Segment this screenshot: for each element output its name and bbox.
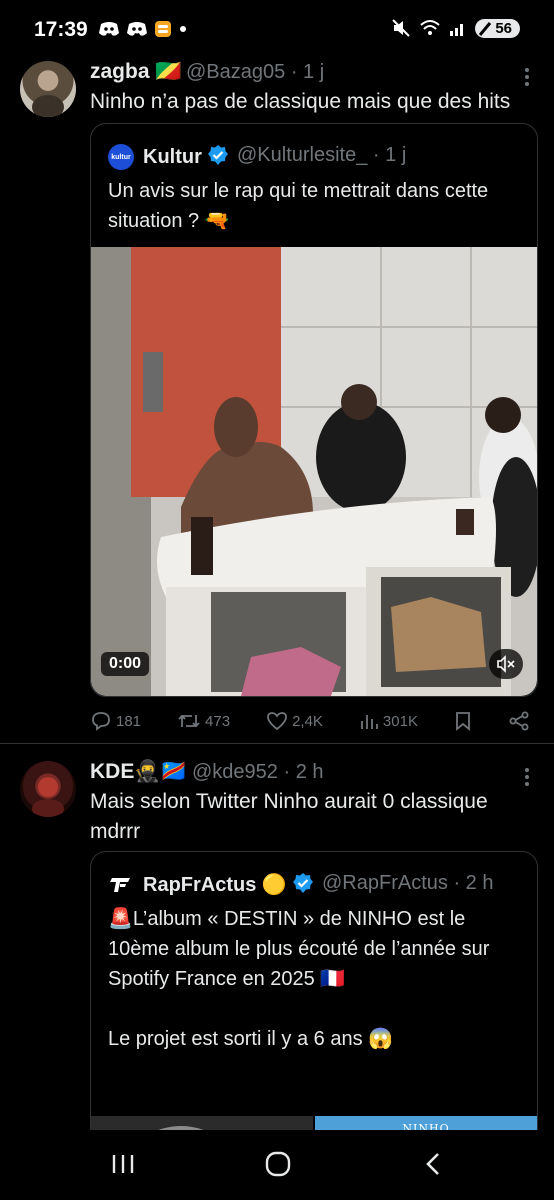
author-handle[interactable]: @kde952 · 2 h <box>192 761 324 784</box>
video-thumbnail <box>91 247 537 696</box>
reply-icon <box>92 712 110 731</box>
tweet-text: Ninho n’a pas de classique mais que des … <box>90 90 511 113</box>
quoted-author-name[interactable]: Kultur <box>143 144 229 169</box>
dot-icon <box>180 26 186 32</box>
mute-icon <box>392 19 411 37</box>
quoted-text: 🚨L’album « DESTIN » de NINHO est le 10èm… <box>108 908 490 1050</box>
burger-icon <box>155 21 171 37</box>
repost-button[interactable]: 473 <box>177 711 230 731</box>
discord-icon <box>127 22 147 36</box>
like-button[interactable]: 2,4K <box>266 711 323 731</box>
bookmark-icon <box>456 712 470 731</box>
repost-icon <box>178 714 200 728</box>
back-button[interactable] <box>403 1144 463 1184</box>
more-options-icon[interactable] <box>524 67 530 87</box>
clock: 17:39 <box>34 18 88 41</box>
system-icons: 56 <box>391 18 520 38</box>
quoted-tweet[interactable]: RapFrActus 🟡 @RapFrActus · 2 h 🚨L’album … <box>90 851 538 1152</box>
home-icon <box>265 1151 291 1177</box>
heart-icon <box>267 712 287 731</box>
avatar[interactable] <box>20 761 76 817</box>
wifi-icon <box>420 20 440 35</box>
views-button[interactable]: 301K <box>359 711 418 731</box>
quoted-text: Un avis sur le rap qui te mettrait dans … <box>108 180 494 232</box>
repost-count: 473 <box>205 712 231 730</box>
back-icon <box>426 1153 439 1175</box>
author-name[interactable]: zagba 🇨🇬 <box>90 60 182 84</box>
system-navigation-bar <box>0 1130 554 1200</box>
video-player[interactable]: 0:00 <box>91 247 537 696</box>
views-icon <box>361 715 378 729</box>
status-bar: 17:39 56 <box>0 0 554 62</box>
tweet[interactable]: KDE🥷🇨🇩 @kde952 · 2 h Mais selon Twitter … <box>0 755 554 1152</box>
share-icon <box>509 711 529 731</box>
tweet-text: Mais selon Twitter Ninho aurait 0 classi… <box>90 790 494 843</box>
notification-icons <box>98 20 188 38</box>
quoted-avatar[interactable] <box>108 872 134 898</box>
quoted-author-handle[interactable]: @RapFrActus · 2 h <box>322 872 493 895</box>
home-button[interactable] <box>248 1144 308 1184</box>
bookmark-button[interactable] <box>454 711 472 731</box>
view-count: 301K <box>382 712 418 730</box>
share-button[interactable] <box>508 711 530 731</box>
discord-icon <box>99 22 119 36</box>
tweet-divider <box>0 743 554 744</box>
quoted-author-name[interactable]: RapFrActus 🟡 <box>143 872 314 897</box>
reply-button[interactable]: 181 <box>90 711 141 731</box>
quoted-tweet[interactable]: kultur Kultur @Kulturlesite_ · 1 j Un av… <box>90 123 538 697</box>
mute-toggle-icon[interactable] <box>489 649 523 679</box>
battery-indicator: 56 <box>475 18 520 38</box>
quoted-author-handle[interactable]: @Kulturlesite_ · 1 j <box>237 144 406 167</box>
author-handle[interactable]: @Bazag05 · 1 j <box>186 61 324 84</box>
like-count: 2,4K <box>292 712 323 730</box>
avatar[interactable] <box>20 61 76 117</box>
video-timestamp: 0:00 <box>101 652 150 676</box>
battery-level: 56 <box>495 19 512 37</box>
signal-icon <box>450 24 464 36</box>
battery-icon <box>479 21 492 36</box>
more-options-icon[interactable] <box>524 767 530 787</box>
recent-apps-button[interactable] <box>93 1144 153 1184</box>
tweet-actions: 181 473 2,4K 301K <box>90 709 530 733</box>
flag-emoji: 🇨🇬 <box>155 60 182 83</box>
author-name[interactable]: KDE🥷🇨🇩 <box>90 760 187 784</box>
verified-badge-icon <box>293 873 314 893</box>
recent-apps-icon <box>112 1155 134 1173</box>
quoted-avatar[interactable]: kultur <box>108 144 134 170</box>
reply-count: 181 <box>116 712 142 730</box>
tweet[interactable]: zagba 🇨🇬 @Bazag05 · 1 j Ninho n’a pas de… <box>0 55 554 743</box>
verified-badge-icon <box>208 145 229 165</box>
